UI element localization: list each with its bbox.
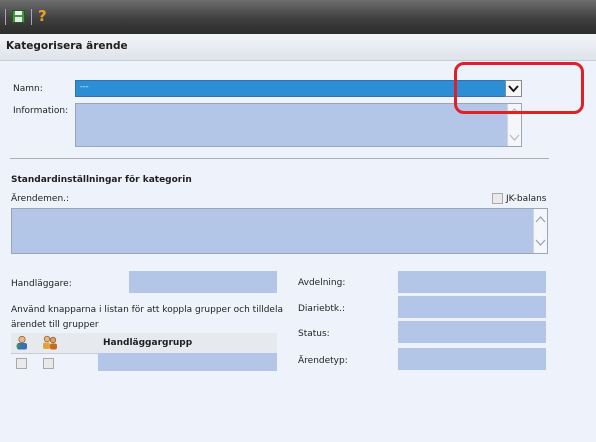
handler-field[interactable] [129, 271, 277, 293]
status-field[interactable] [398, 321, 546, 343]
user-checkbox[interactable] [16, 358, 27, 369]
case-type-field[interactable] [398, 348, 546, 370]
section-title: Standardinställningar för kategorin [11, 175, 192, 185]
user-icon[interactable] [15, 335, 29, 350]
instructions-line-1: Använd knapparna i listan för att koppla… [11, 305, 283, 315]
name-select-value: --- [80, 82, 89, 91]
notes-label: Ärendemen.: [11, 194, 70, 204]
section-divider [10, 158, 549, 159]
toolbar-separator [5, 9, 6, 25]
status-label: Status: [298, 329, 330, 339]
scroll-down-icon [535, 239, 546, 246]
group-column-header: Handläggargrupp [103, 338, 193, 348]
handler-label: Handläggare: [11, 279, 72, 289]
save-icon[interactable] [12, 10, 25, 23]
highlight-annotation [454, 62, 584, 114]
help-icon[interactable]: ? [38, 7, 52, 25]
toolbar-separator [31, 9, 32, 25]
group-icon[interactable] [42, 335, 58, 350]
page-title: Kategorisera ärende [6, 40, 128, 52]
toolbar [0, 0, 596, 34]
name-label: Namn: [13, 84, 43, 94]
jk-balance-checkbox[interactable] [492, 193, 503, 204]
diary-code-label: Diariebtk.: [298, 304, 346, 314]
instructions-line-2: ärendet till grupper [11, 320, 99, 330]
diary-code-field[interactable] [398, 296, 546, 318]
group-row-field[interactable] [98, 353, 277, 371]
notes-textarea[interactable] [11, 208, 548, 254]
jk-balance-label: JK-balans [506, 194, 547, 204]
information-label: Information: [13, 106, 69, 116]
department-label: Avdelning: [298, 278, 346, 288]
notes-scrollbar[interactable] [533, 209, 547, 253]
group-checkbox[interactable] [43, 358, 54, 369]
case-type-label: Ärendetyp: [298, 356, 348, 366]
department-field[interactable] [398, 271, 546, 293]
scroll-up-icon [535, 216, 546, 223]
scroll-down-icon [509, 134, 520, 141]
